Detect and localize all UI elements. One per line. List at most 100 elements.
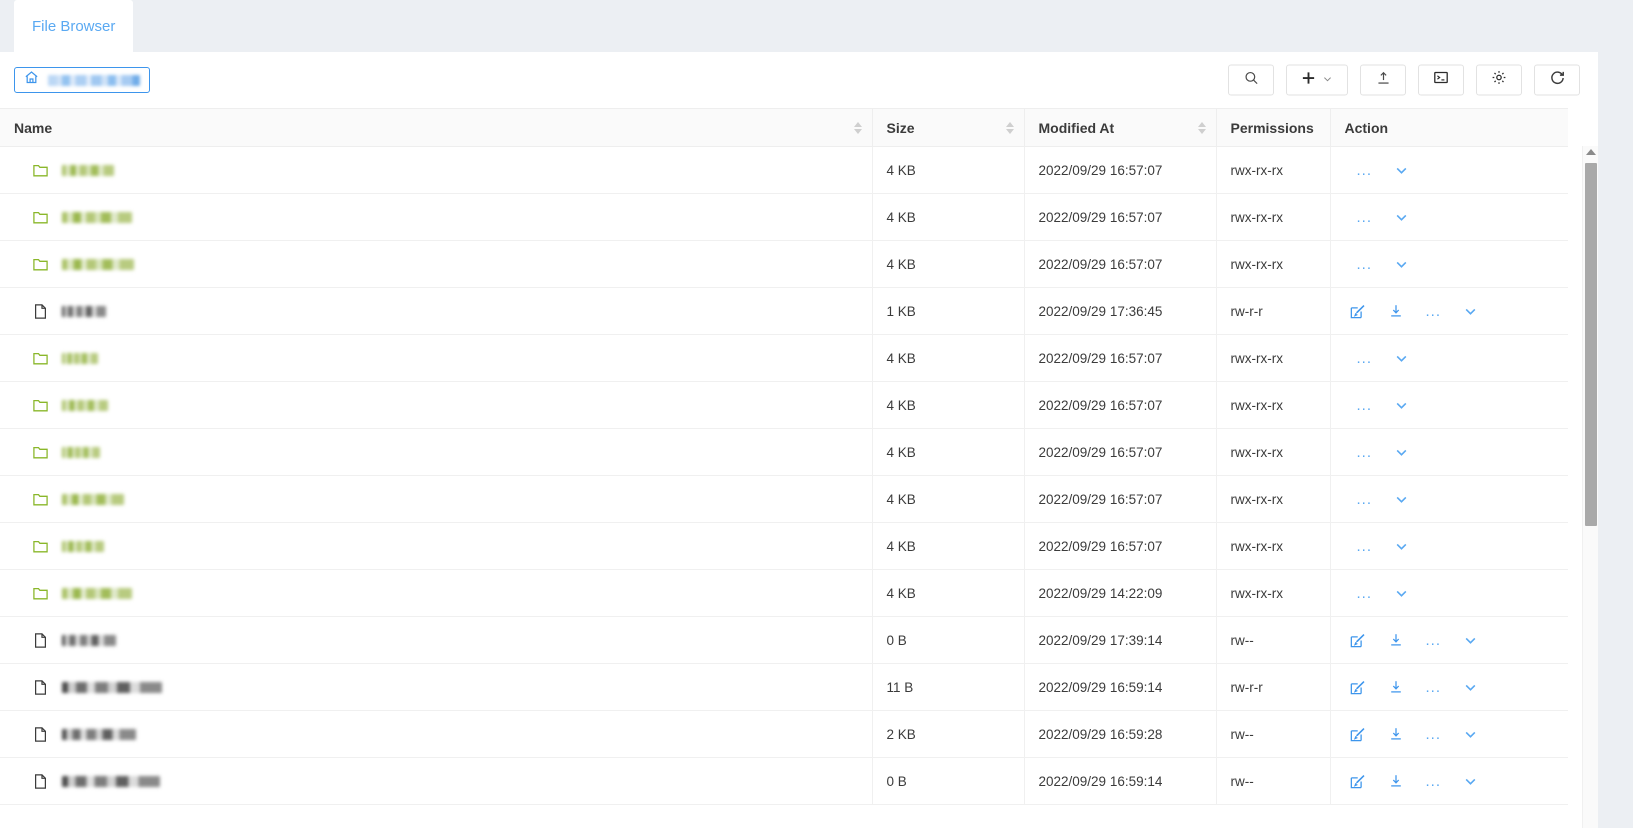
more-icon[interactable]: ... [1426, 727, 1442, 742]
sort-toggle-name[interactable] [853, 121, 862, 134]
file-name-redacted[interactable] [62, 399, 108, 411]
file-name-redacted[interactable] [62, 352, 98, 364]
file-name-redacted[interactable] [62, 446, 100, 458]
cell-name[interactable] [0, 663, 873, 711]
file-name-cell[interactable] [14, 444, 858, 461]
column-header-name[interactable]: Name [0, 108, 873, 147]
more-icon[interactable]: ... [1357, 210, 1373, 225]
chevron-down-icon[interactable] [1394, 445, 1409, 460]
download-icon[interactable] [1388, 303, 1404, 319]
edit-icon[interactable] [1349, 632, 1366, 649]
edit-icon[interactable] [1349, 679, 1366, 696]
cell-name[interactable] [0, 428, 873, 476]
more-icon[interactable]: ... [1357, 398, 1373, 413]
breadcrumb[interactable] [14, 67, 150, 93]
file-name-redacted[interactable] [62, 211, 132, 223]
chevron-down-icon[interactable] [1463, 727, 1478, 742]
more-icon[interactable]: ... [1357, 257, 1373, 272]
cell-name[interactable] [0, 146, 873, 194]
file-name-cell[interactable] [14, 679, 858, 696]
cell-name[interactable] [0, 240, 873, 288]
cell-name[interactable] [0, 381, 873, 429]
cell-name[interactable] [0, 757, 873, 805]
column-header-modified-at[interactable]: Modified At [1024, 108, 1217, 147]
chevron-down-icon[interactable] [1463, 774, 1478, 789]
file-name-cell[interactable] [14, 350, 858, 367]
file-name-redacted[interactable] [62, 540, 104, 552]
table-row[interactable]: 2 KB 2022/09/29 16:59:28 rw--... [0, 710, 1568, 758]
table-row[interactable]: 4 KB 2022/09/29 16:57:07 rwx-rx-rx... [0, 193, 1568, 241]
file-name-redacted[interactable] [62, 258, 134, 270]
more-icon[interactable]: ... [1426, 633, 1442, 648]
chevron-down-icon[interactable] [1394, 586, 1409, 601]
file-name-redacted[interactable] [62, 681, 162, 693]
more-icon[interactable]: ... [1357, 351, 1373, 366]
refresh-button[interactable] [1534, 64, 1580, 96]
home-icon[interactable] [24, 70, 39, 90]
table-row[interactable]: 1 KB 2022/09/29 17:36:45 rw-r-r... [0, 287, 1568, 335]
table-row[interactable]: 4 KB 2022/09/29 16:57:07 rwx-rx-rx... [0, 334, 1568, 382]
cell-name[interactable] [0, 193, 873, 241]
cell-name[interactable] [0, 287, 873, 335]
chevron-down-icon[interactable] [1394, 257, 1409, 272]
chevron-down-icon[interactable] [1394, 539, 1409, 554]
column-header-size[interactable]: Size [872, 108, 1025, 147]
chevron-down-icon[interactable] [1463, 680, 1478, 695]
chevron-down-icon[interactable] [1394, 398, 1409, 413]
more-icon[interactable]: ... [1357, 492, 1373, 507]
file-name-cell[interactable] [14, 256, 858, 273]
file-name-redacted[interactable] [62, 634, 116, 646]
file-name-redacted[interactable] [62, 164, 114, 176]
sort-toggle-size[interactable] [1005, 121, 1014, 134]
chevron-down-icon[interactable] [1463, 633, 1478, 648]
table-row[interactable]: 4 KB 2022/09/29 16:57:07 rwx-rx-rx... [0, 146, 1568, 194]
chevron-down-icon[interactable] [1463, 304, 1478, 319]
sort-toggle-modified-at[interactable] [1197, 121, 1206, 134]
download-icon[interactable] [1388, 679, 1404, 695]
file-name-redacted[interactable] [62, 305, 106, 317]
file-name-redacted[interactable] [62, 775, 160, 787]
more-icon[interactable]: ... [1357, 586, 1373, 601]
table-row[interactable]: 4 KB 2022/09/29 16:57:07 rwx-rx-rx... [0, 240, 1568, 288]
download-icon[interactable] [1388, 726, 1404, 742]
table-row[interactable]: 0 B 2022/09/29 17:39:14 rw--... [0, 616, 1568, 664]
more-icon[interactable]: ... [1357, 445, 1373, 460]
cell-name[interactable] [0, 522, 873, 570]
search-button[interactable] [1228, 64, 1274, 96]
cell-name[interactable] [0, 616, 873, 664]
file-name-cell[interactable] [14, 773, 858, 790]
table-row[interactable]: 4 KB 2022/09/29 16:57:07 rwx-rx-rx... [0, 522, 1568, 570]
table-row[interactable]: 4 KB 2022/09/29 16:57:07 rwx-rx-rx... [0, 428, 1568, 476]
cell-name[interactable] [0, 334, 873, 382]
table-row[interactable]: 4 KB 2022/09/29 16:57:07 rwx-rx-rx... [0, 475, 1568, 523]
edit-icon[interactable] [1349, 726, 1366, 743]
file-name-cell[interactable] [14, 303, 858, 320]
edit-icon[interactable] [1349, 773, 1366, 790]
file-name-cell[interactable] [14, 632, 858, 649]
chevron-down-icon[interactable] [1394, 163, 1409, 178]
file-name-cell[interactable] [14, 162, 858, 179]
file-name-redacted[interactable] [62, 493, 124, 505]
chevron-down-icon[interactable] [1394, 351, 1409, 366]
chevron-down-icon[interactable] [1322, 71, 1333, 89]
tab-file-browser[interactable]: File Browser [14, 0, 134, 52]
triangle-up-icon[interactable] [1585, 149, 1596, 155]
scrollbar-thumb[interactable] [1585, 163, 1597, 526]
cell-name[interactable] [0, 710, 873, 758]
table-row[interactable]: 0 B 2022/09/29 16:59:14 rw--... [0, 757, 1568, 805]
edit-icon[interactable] [1349, 303, 1366, 320]
more-icon[interactable]: ... [1357, 163, 1373, 178]
file-name-cell[interactable] [14, 397, 858, 414]
more-icon[interactable]: ... [1426, 774, 1442, 789]
download-icon[interactable] [1388, 632, 1404, 648]
file-name-cell[interactable] [14, 585, 858, 602]
table-row[interactable]: 4 KB 2022/09/29 14:22:09 rwx-rx-rx... [0, 569, 1568, 617]
file-name-cell[interactable] [14, 209, 858, 226]
more-icon[interactable]: ... [1426, 680, 1442, 695]
chevron-down-icon[interactable] [1394, 492, 1409, 507]
terminal-button[interactable] [1418, 64, 1464, 96]
chevron-down-icon[interactable] [1394, 210, 1409, 225]
download-icon[interactable] [1388, 773, 1404, 789]
file-name-redacted[interactable] [62, 587, 132, 599]
vertical-scrollbar[interactable] [1582, 146, 1598, 828]
